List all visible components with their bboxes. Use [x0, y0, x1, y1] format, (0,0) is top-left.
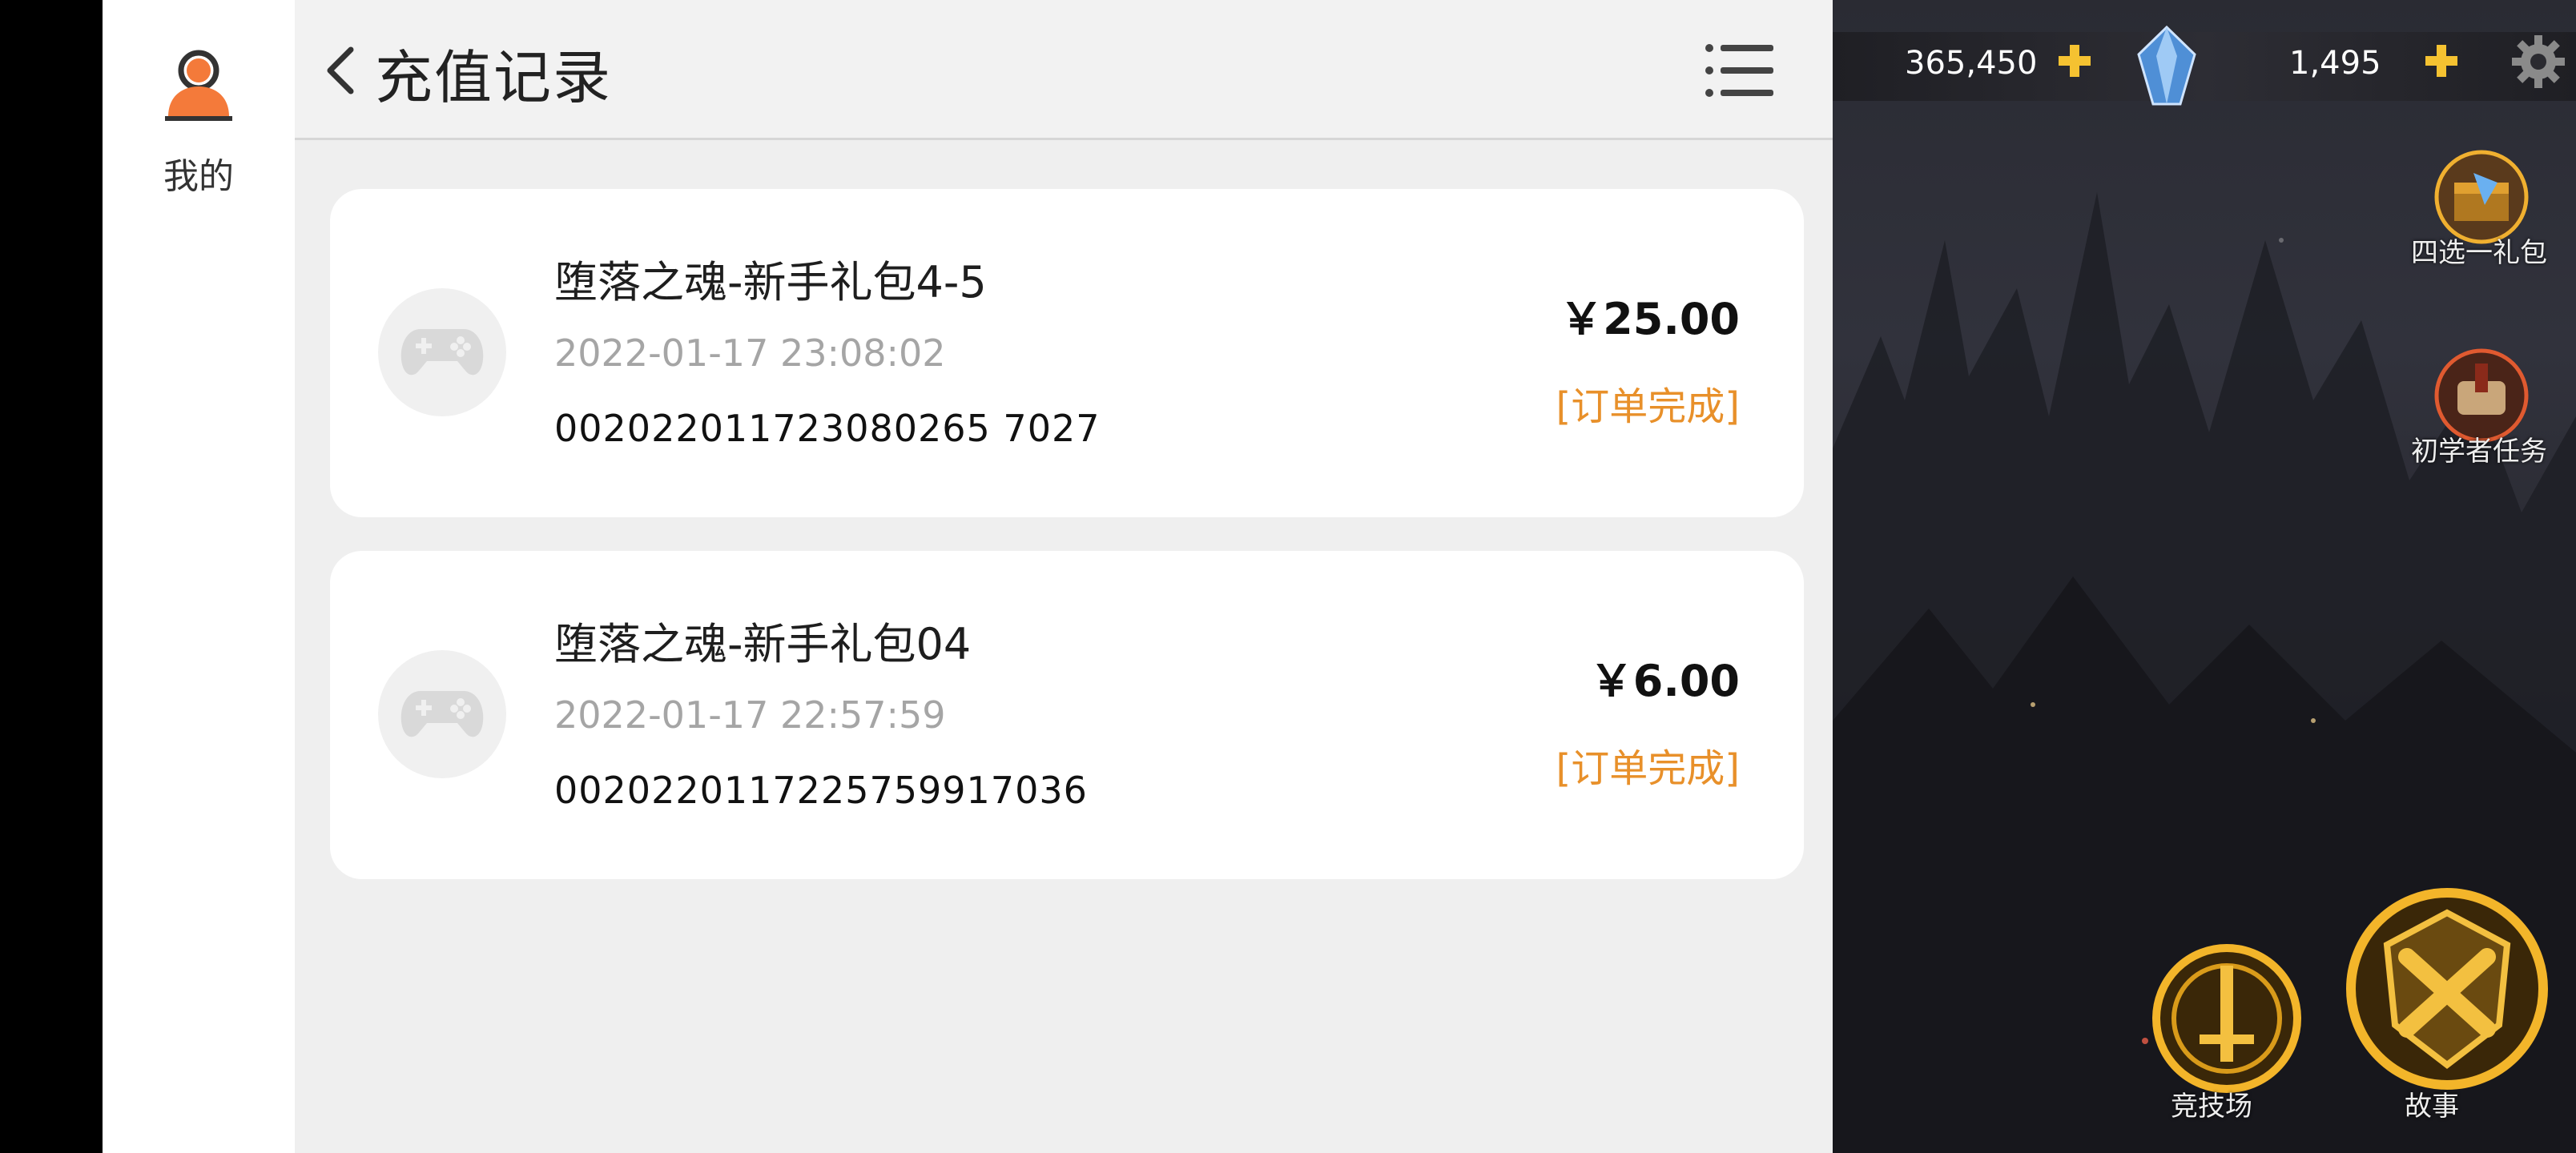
gift-pack-label[interactable]: 四选一礼包 — [2411, 231, 2547, 270]
game-background: 365,450 1,495 四选一礼包 初学者任务 竞技场 故事 — [1833, 0, 2576, 1153]
plus-icon[interactable] — [2054, 40, 2095, 82]
record-card[interactable]: 堕落之魂-新手礼包4-5 2022-01-17 23:08:02 0020220… — [330, 189, 1804, 517]
recharge-record-panel: 充值记录 堕落之魂-新手礼包4-5 2022-01-17 23:08:02 00… — [295, 0, 1833, 1153]
gear-icon[interactable] — [2510, 34, 2566, 90]
order-status: [订单完成] — [1556, 384, 1740, 429]
arena-label[interactable]: 竞技场 — [2171, 1084, 2252, 1123]
left-black-strip — [0, 0, 103, 1153]
gamepad-icon — [378, 288, 506, 416]
order-status: [订单完成] — [1556, 746, 1740, 791]
sidebar-label-mine[interactable]: 我的 — [103, 147, 295, 199]
user-icon[interactable] — [160, 45, 237, 122]
crystal-gem-icon — [2131, 24, 2203, 112]
arena-sword-icon[interactable] — [2147, 938, 2307, 1099]
story-label[interactable]: 故事 — [2405, 1084, 2459, 1123]
story-emblem-icon[interactable] — [2339, 881, 2555, 1097]
order-time: 2022-01-17 23:08:02 — [554, 331, 946, 375]
gold-count: 365,450 — [1905, 45, 2038, 82]
header-bar: 充值记录 — [295, 0, 1833, 140]
order-number: 0020220117225759917036 — [554, 769, 1088, 812]
order-number: 002022011723080265 7027 — [554, 407, 1101, 450]
record-card[interactable]: 堕落之魂-新手礼包04 2022-01-17 22:57:59 00202201… — [330, 551, 1804, 879]
page-title: 充值记录 — [375, 44, 613, 111]
order-time: 2022-01-17 22:57:59 — [554, 693, 946, 737]
order-price: ￥6.00 — [1589, 656, 1740, 706]
beginner-task-label[interactable]: 初学者任务 — [2411, 429, 2547, 468]
product-name: 堕落之魂-新手礼包4-5 — [554, 257, 987, 307]
plus-icon[interactable] — [2421, 40, 2462, 82]
order-price: ￥25.00 — [1560, 294, 1740, 344]
product-name: 堕落之魂-新手礼包04 — [554, 619, 972, 669]
gem-count: 1,495 — [2289, 45, 2381, 82]
back-chevron-icon[interactable] — [317, 42, 365, 99]
gamepad-icon — [378, 650, 506, 778]
sidebar: 我的 — [103, 0, 296, 1153]
list-menu-icon[interactable] — [1703, 40, 1777, 101]
